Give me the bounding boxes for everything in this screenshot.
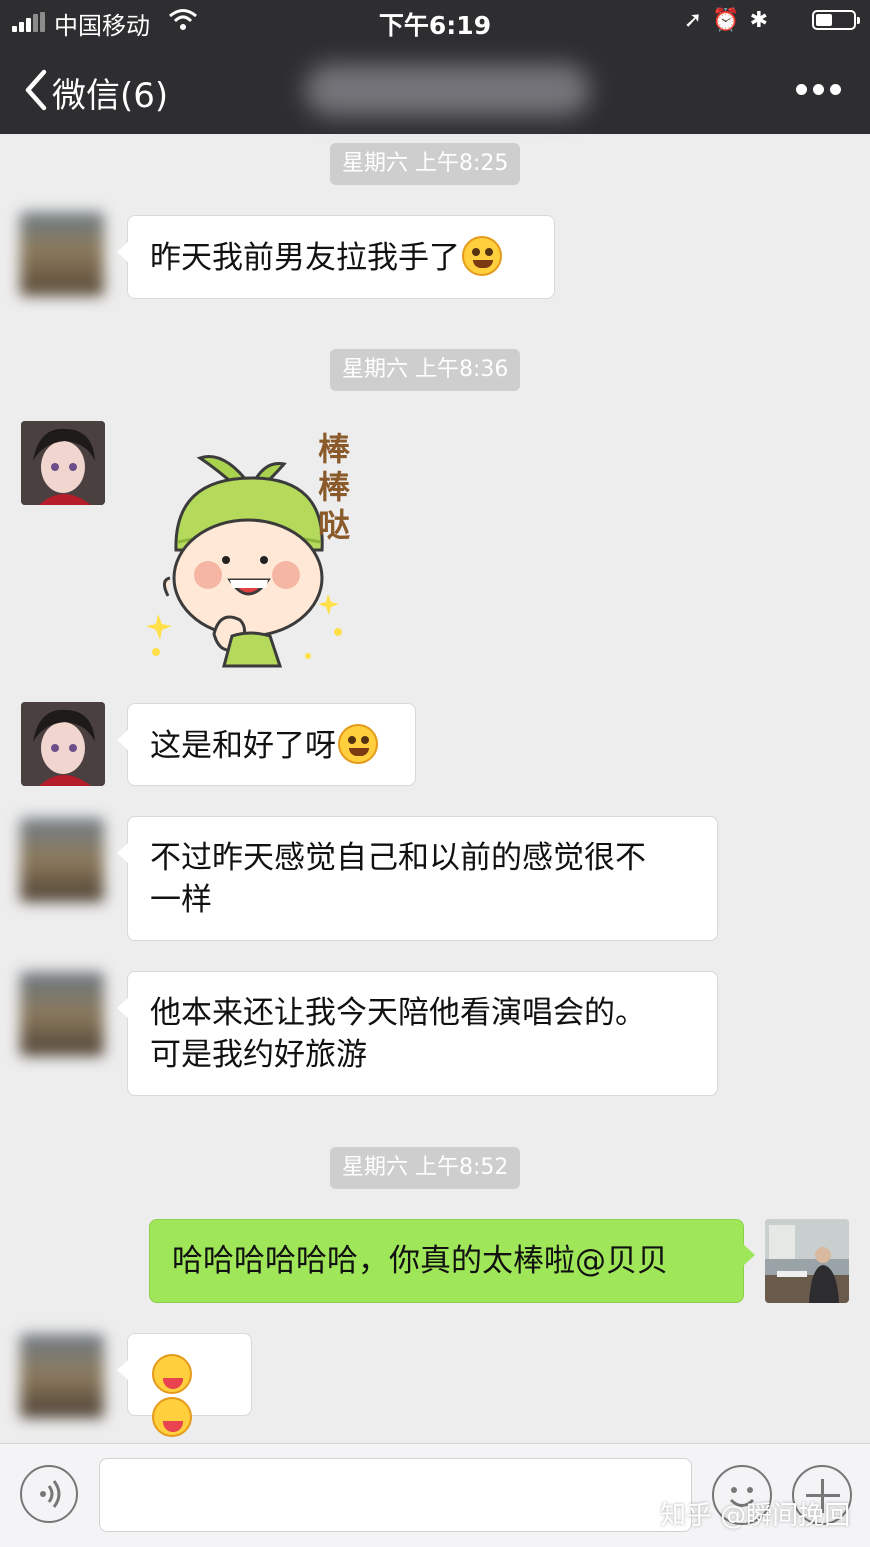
message-bubble[interactable]: 昨天我前男友拉我手了	[117, 215, 555, 299]
chat-title-blurred	[305, 64, 590, 116]
tongue-wink-emoji	[152, 1354, 192, 1394]
sticker-caption: 棒棒哒	[318, 430, 351, 544]
avatar-self[interactable]	[765, 1219, 849, 1303]
location-arrow-icon: ➚	[683, 8, 713, 33]
message-bubble-outgoing[interactable]: 哈哈哈哈哈哈，你真的太棒啦@贝贝	[149, 1219, 755, 1303]
avatar[interactable]	[21, 421, 105, 505]
anime-girl-avatar	[21, 421, 105, 505]
more-dots-icon[interactable]	[796, 82, 842, 98]
message-text-line: 一样	[150, 882, 212, 918]
message-input[interactable]	[99, 1458, 692, 1532]
back-button-label[interactable]: 微信(6)	[52, 68, 168, 117]
watermark: 知乎 @瞬间挽回	[660, 1501, 851, 1531]
photo-avatar	[765, 1219, 849, 1303]
message-bubble[interactable]: 不过昨天感觉自己和以前的感觉很不 一样	[117, 816, 718, 941]
avatar[interactable]	[21, 702, 105, 786]
status-icons: ➚⏰✱	[684, 8, 778, 33]
timestamp: 星期六 上午8:36	[330, 349, 521, 391]
message-text-line: 不过昨天感觉自己和以前的感觉很不	[150, 840, 646, 876]
timestamp: 星期六 上午8:25	[330, 143, 521, 185]
avatar[interactable]	[20, 1334, 104, 1418]
smirk-emoji	[462, 236, 502, 276]
top-bar: 中国移动 下午6:19 ➚⏰✱ 微信(6)	[0, 0, 870, 134]
timestamp: 星期六 上午8:52	[330, 1147, 521, 1189]
watermark-ghost: ⋯	[520, 1492, 548, 1525]
avatar[interactable]	[20, 212, 104, 296]
message-bubble[interactable]: 他本来还让我今天陪他看演唱会的。 可是我约好旅游	[117, 971, 718, 1096]
avatar[interactable]	[20, 972, 104, 1056]
status-bar: 中国移动 下午6:19 ➚⏰✱	[0, 0, 870, 44]
message-text-line: 可是我约好旅游	[150, 1037, 367, 1073]
nav-bar: 微信(6)	[0, 44, 870, 134]
message-text: 昨天我前男友拉我手了	[150, 240, 460, 276]
message-text: 这是和好了呀	[150, 728, 336, 764]
bluetooth-icon: ✱	[749, 8, 778, 33]
tongue-wink-emoji	[152, 1397, 192, 1437]
battery-icon	[812, 10, 860, 30]
anime-girl-avatar	[21, 702, 105, 786]
message-text-line: 他本来还让我今天陪他看演唱会的。	[150, 995, 646, 1031]
avatar[interactable]	[20, 818, 104, 902]
voice-icon[interactable]	[20, 1465, 78, 1523]
grin-emoji	[338, 724, 378, 764]
alarm-icon: ⏰	[712, 8, 750, 33]
message-text: 哈哈哈哈哈哈，你真的太棒啦@贝贝	[172, 1243, 668, 1279]
message-bubble[interactable]: 这是和好了呀	[117, 703, 416, 786]
message-bubble[interactable]	[117, 1333, 252, 1437]
